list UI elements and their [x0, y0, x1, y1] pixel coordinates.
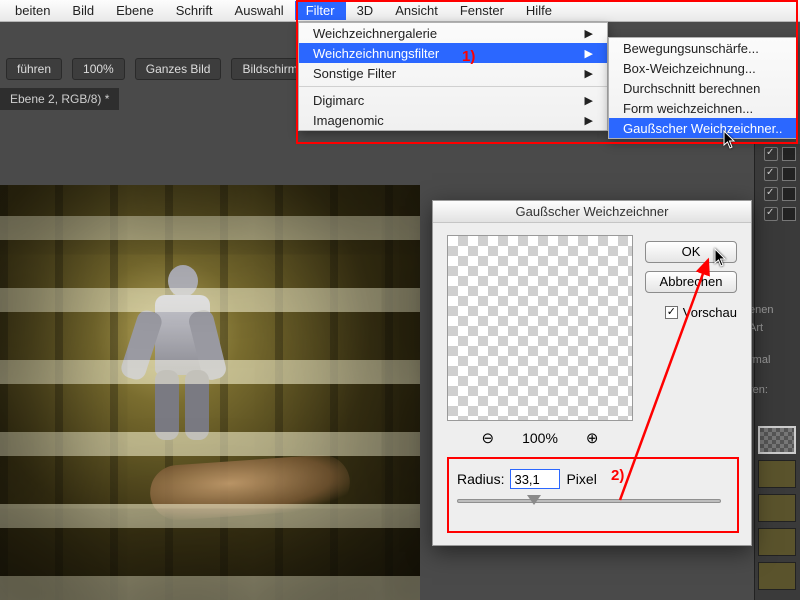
menu-filter[interactable]: Filter: [295, 1, 346, 20]
layer-thumb[interactable]: [758, 528, 796, 556]
layer-thumb[interactable]: [758, 562, 796, 590]
layer-swatch: [782, 187, 796, 201]
radius-input[interactable]: [510, 469, 560, 489]
sm-box-weichzeichnung[interactable]: Box-Weichzeichnung...: [609, 58, 797, 78]
menu-fenster[interactable]: Fenster: [449, 1, 515, 20]
zoom-controls: ⊖ 100% ⊕: [447, 429, 633, 447]
dialog-preview[interactable]: [447, 235, 633, 421]
tb-ganzes-bild[interactable]: Ganzes Bild: [135, 58, 222, 80]
submenu-arrow-icon: ▶: [585, 27, 593, 40]
menu-bar: beiten Bild Ebene Schrift Auswahl Filter…: [0, 0, 800, 22]
annotation-step2: 2): [611, 467, 624, 484]
visibility-toggle[interactable]: [764, 147, 778, 161]
menu-auswahl[interactable]: Auswahl: [224, 1, 295, 20]
zoom-percent: 100%: [522, 430, 558, 446]
submenu-arrow-icon: ▶: [585, 47, 593, 60]
canvas[interactable]: [0, 185, 420, 600]
zoom-out-icon[interactable]: ⊖: [482, 429, 495, 447]
layer-thumb[interactable]: [758, 426, 796, 454]
preview-checkbox[interactable]: ✓ Vorschau: [665, 305, 737, 320]
menu-3d[interactable]: 3D: [346, 1, 385, 20]
menu-ansicht[interactable]: Ansicht: [384, 1, 449, 20]
menu-bild[interactable]: Bild: [61, 1, 105, 20]
sm-form-weichzeichnen[interactable]: Form weichzeichnen...: [609, 98, 797, 118]
tb-fuehren[interactable]: führen: [6, 58, 62, 80]
layer-thumb[interactable]: [758, 494, 796, 522]
layer-swatch: [782, 207, 796, 221]
cancel-button[interactable]: Abbrechen: [645, 271, 737, 293]
submenu-arrow-icon: ▶: [585, 67, 593, 80]
dd-sonstige[interactable]: Sonstige Filter▶: [299, 63, 607, 83]
annotation-step1: 1): [462, 48, 475, 65]
layer-thumb[interactable]: [758, 460, 796, 488]
ok-button[interactable]: OK: [645, 241, 737, 263]
sm-gaussscher-weichzeichner[interactable]: Gaußscher Weichzeichner..: [609, 118, 797, 138]
visibility-toggle[interactable]: [764, 207, 778, 221]
layers-panel-fragment: enen Art rmal ren:: [754, 144, 800, 600]
slider-track: [457, 499, 721, 503]
menu-hilfe[interactable]: Hilfe: [515, 1, 563, 20]
visibility-toggle[interactable]: [764, 167, 778, 181]
dd-weichzeichnergalerie[interactable]: Weichzeichnergalerie▶: [299, 23, 607, 43]
blur-submenu: Bewegungsunschärfe... Box-Weichzeichnung…: [608, 37, 798, 139]
sm-bewegungsunschaerfe[interactable]: Bewegungsunschärfe...: [609, 38, 797, 58]
submenu-arrow-icon: ▶: [585, 114, 593, 127]
preview-checkbox-label: Vorschau: [683, 305, 737, 320]
tb-zoom[interactable]: 100%: [72, 58, 125, 80]
radius-slider[interactable]: [457, 499, 721, 503]
menu-bearbeiten[interactable]: beiten: [4, 1, 61, 20]
layer-swatch: [782, 167, 796, 181]
menu-schrift[interactable]: Schrift: [165, 1, 224, 20]
layer-swatch: [782, 147, 796, 161]
gaussian-blur-dialog: Gaußscher Weichzeichner OK Abbrechen ✓ V…: [432, 200, 752, 546]
visibility-toggle[interactable]: [764, 187, 778, 201]
dd-separator: [299, 86, 607, 87]
menu-ebene[interactable]: Ebene: [105, 1, 165, 20]
panel-label: enen: [749, 304, 773, 316]
submenu-arrow-icon: ▶: [585, 94, 593, 107]
dd-weichzeichnungsfilter[interactable]: Weichzeichnungsfilter▶: [299, 43, 607, 63]
zoom-in-icon[interactable]: ⊕: [586, 429, 599, 447]
slider-thumb-icon[interactable]: [527, 495, 541, 505]
radius-unit: Pixel: [566, 471, 596, 487]
checkbox-icon: ✓: [665, 306, 678, 319]
dialog-title: Gaußscher Weichzeichner: [433, 201, 751, 223]
document-tab[interactable]: Ebene 2, RGB/8) *: [0, 88, 119, 110]
radius-label: Radius:: [457, 471, 504, 487]
dd-imagenomic[interactable]: Imagenomic▶: [299, 110, 607, 130]
dd-digimarc[interactable]: Digimarc▶: [299, 90, 607, 110]
panel-label: rmal: [749, 354, 770, 366]
filter-dropdown: Weichzeichnergalerie▶ Weichzeichnungsfil…: [298, 22, 608, 131]
sm-durchschnitt[interactable]: Durchschnitt berechnen: [609, 78, 797, 98]
canvas-vignette: [0, 185, 420, 600]
